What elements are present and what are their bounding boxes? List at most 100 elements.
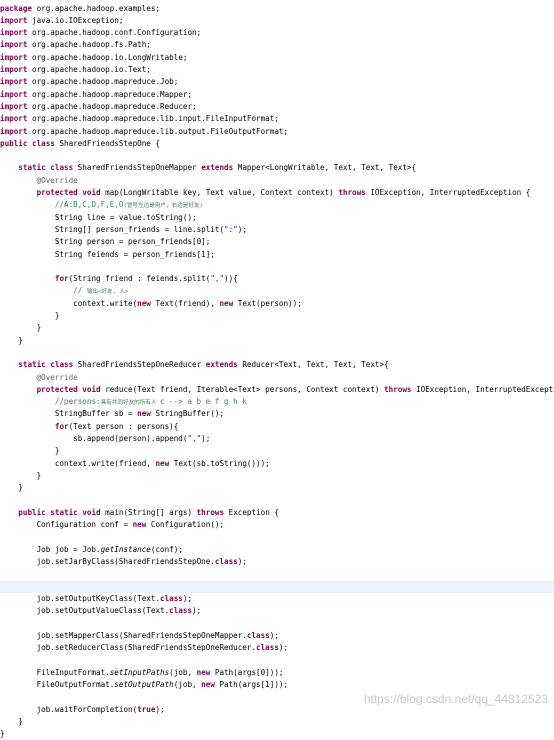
code-line[interactable]: import org.apache.hadoop.mapreduce.Reduc… [0, 101, 554, 113]
code-token: ); [278, 643, 289, 653]
code-line[interactable]: context.write(friend, new Text(sb.toStri… [0, 458, 554, 470]
code-token: public static void [18, 507, 106, 517]
code-token: new [137, 409, 156, 419]
code-line[interactable]: import org.apache.hadoop.mapreduce.Mappe… [0, 89, 554, 101]
code-line[interactable]: context.write(new Text(friend), new Text… [0, 298, 554, 310]
code-token: import [0, 40, 33, 50]
code-line[interactable]: @Override [0, 372, 554, 384]
code-line[interactable]: StringBuffer sb = new StringBuffer(); [0, 408, 554, 420]
code-token: Text(person)); [237, 298, 302, 308]
code-line[interactable]: for(String friend : feiends.split(",")){ [0, 273, 554, 285]
code-token: // [73, 286, 87, 296]
code-token: 输出<好友, 人> [86, 289, 129, 296]
code-line[interactable]: import org.apache.hadoop.fs.Path; [0, 39, 554, 51]
code-line[interactable] [0, 580, 554, 593]
code-token: Configuration conf = [0, 520, 133, 530]
code-token: protected void [36, 188, 106, 197]
code-line[interactable] [0, 150, 554, 162]
code-line[interactable]: static class SharedFriendsStepOneMapper … [0, 162, 554, 174]
code-token: class [256, 643, 279, 653]
code-token: context.write(friend, [0, 458, 156, 468]
code-token: SharedFriendsStepOneReducer [77, 360, 206, 370]
code-token: import [0, 89, 33, 99]
code-token: protected void [36, 384, 106, 394]
code-line[interactable]: sb.append(person).append(","); [0, 433, 554, 445]
code-line[interactable]: package org.apache.hadoop.examples; [0, 3, 554, 15]
code-token: (冒号左边是用户，右边是好友) [123, 203, 203, 210]
code-line[interactable]: static class SharedFriendsStepOneReducer… [0, 359, 554, 371]
code-line[interactable]: //A:B,C,D,F,E,O(冒号左边是用户，右边是好友) [0, 199, 554, 211]
code-token: import [0, 28, 33, 38]
code-token: Text(sb.toString())); [173, 458, 270, 468]
code-token: } [0, 483, 23, 493]
code-line[interactable]: protected void reduce(Text friend, Itera… [0, 384, 554, 396]
code-token: job.setJarByClass(SharedFriendsStepOne. [0, 557, 215, 566]
code-line[interactable]: import org.apache.hadoop.mapreduce.Job; [0, 76, 554, 88]
code-line[interactable]: FileOutputFormat.setOutputPath(job, new … [0, 679, 554, 691]
code-line[interactable]: } [0, 716, 554, 728]
code-line[interactable]: Configuration conf = new Configuration()… [0, 519, 554, 531]
code-token: 具有共同好友的所有人 [100, 400, 160, 407]
code-line[interactable] [0, 261, 554, 273]
code-line[interactable]: job.setOutputValueClass(Text.class); [0, 605, 554, 617]
code-line[interactable]: } [0, 322, 554, 334]
code-line[interactable]: job.setReducerClass(SharedFriendsStepOne… [0, 642, 554, 654]
code-line[interactable]: for(Text person : persons){ [0, 421, 554, 433]
code-line[interactable]: import org.apache.hadoop.io.Text; [0, 64, 554, 76]
code-token: job.setMapperClass(SharedFriendsStepOneM… [0, 630, 247, 640]
code-line[interactable]: } [0, 310, 554, 322]
code-token: c --> a b e f g h k [159, 397, 247, 407]
code-line[interactable]: } [0, 482, 554, 494]
code-line[interactable]: } [0, 445, 554, 457]
code-line[interactable] [0, 618, 554, 630]
code-line[interactable]: //persons:具有共同好友的所有人 c --> a b e f g h k [0, 396, 554, 408]
code-token: setInputPaths [109, 667, 170, 677]
code-token: } [0, 311, 60, 320]
code-line[interactable]: import org.apache.hadoop.mapreduce.lib.o… [0, 126, 554, 138]
code-token: Job job = Job. [0, 544, 101, 554]
code-token: ); [192, 606, 202, 616]
code-line[interactable]: import org.apache.hadoop.conf.Configurat… [0, 27, 554, 39]
code-line[interactable]: protected void map(LongWritable key, Tex… [0, 187, 554, 199]
code-token: for [54, 421, 69, 431]
code-token: static class [18, 163, 78, 173]
code-editor[interactable]: package org.apache.hadoop.examples; impor… [0, 0, 554, 738]
code-line[interactable]: job.setOutputKeyClass(Text.class); [0, 593, 554, 605]
code-line[interactable] [0, 531, 554, 543]
code-line[interactable]: import org.apache.hadoop.io.LongWritable… [0, 52, 554, 64]
code-token: org.apache.hadoop.mapreduce.Mapper; [32, 89, 193, 99]
code-line[interactable]: String person = person_friends[0]; [0, 236, 554, 248]
code-token: (job, [173, 680, 202, 689]
code-line[interactable]: String line = value.toString(); [0, 212, 554, 224]
code-token: throws [196, 507, 229, 517]
code-line[interactable] [0, 495, 554, 507]
code-line[interactable]: } [0, 335, 554, 347]
code-line[interactable]: import org.apache.hadoop.mapreduce.lib.i… [0, 113, 554, 125]
code-line[interactable]: job.setMapperClass(SharedFriendsStepOneM… [0, 630, 554, 642]
code-line[interactable]: public static void main(String[] args) t… [0, 507, 554, 519]
code-line[interactable]: job.setJarByClass(SharedFriendsStepOne.c… [0, 556, 554, 568]
code-line[interactable]: public class SharedFriendsStepOne { [0, 138, 554, 150]
code-token: IOException, InterruptedException { [370, 188, 531, 197]
code-token: "," [187, 434, 202, 443]
code-line[interactable]: String feiends = person_friends[1]; [0, 249, 554, 261]
code-line[interactable] [0, 347, 554, 359]
code-line[interactable]: Job job = Job.getInstance(conf); [0, 544, 554, 556]
code-line[interactable] [0, 568, 554, 580]
code-token: new [137, 298, 156, 308]
code-line[interactable]: FileInputFormat.setInputPaths(job, new P… [0, 667, 554, 679]
code-line[interactable]: String[] person_friends = line.split(":"… [0, 224, 554, 236]
code-line[interactable]: import java.io.IOException; [0, 15, 554, 27]
code-line[interactable]: } [0, 728, 554, 740]
code-line[interactable]: @Override [0, 175, 554, 187]
code-token: org.apache.hadoop.mapreduce.lib.input.Fi… [32, 114, 279, 124]
code-line[interactable]: } [0, 470, 554, 482]
code-line[interactable] [0, 654, 554, 666]
code-line[interactable]: // 输出<好友, 人> [0, 285, 554, 297]
code-token: throws [338, 188, 371, 197]
code-token: String line = value.toString(); [0, 212, 197, 222]
